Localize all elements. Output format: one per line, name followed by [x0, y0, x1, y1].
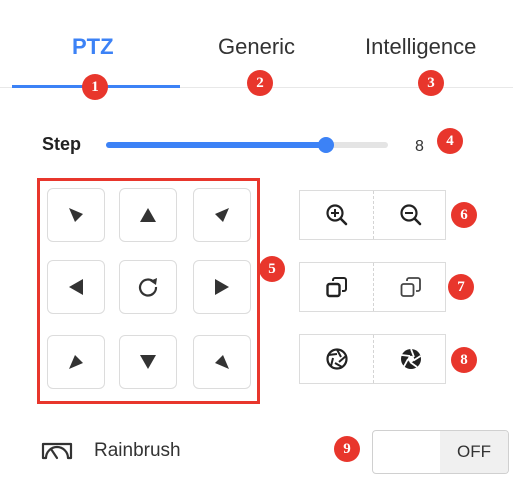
- zoom-in-icon: [325, 204, 347, 226]
- pan-up-button[interactable]: [119, 188, 177, 242]
- arrow-up-icon: [140, 208, 156, 222]
- step-slider[interactable]: [106, 137, 388, 153]
- zoom-in-button[interactable]: [300, 191, 373, 239]
- step-slider-thumb[interactable]: [317, 137, 334, 153]
- step-label: Step: [42, 134, 82, 154]
- zoom-out-button[interactable]: [374, 191, 447, 239]
- iris-close-button[interactable]: [374, 335, 447, 383]
- focus-control-group: [299, 262, 446, 312]
- arrow-down-icon: [140, 355, 156, 369]
- arrow-left-icon: [69, 279, 83, 295]
- pan-up-right-button[interactable]: [193, 188, 251, 242]
- callout-badge-6: 6: [451, 202, 477, 228]
- iris-open-button[interactable]: [300, 335, 373, 383]
- reset-button[interactable]: [119, 260, 177, 314]
- pan-down-right-button[interactable]: [193, 335, 251, 389]
- focus-near-button[interactable]: [300, 263, 373, 311]
- pan-down-button[interactable]: [119, 335, 177, 389]
- pan-right-button[interactable]: [193, 260, 251, 314]
- step-value: 8: [415, 138, 424, 155]
- pan-up-left-button[interactable]: [47, 188, 105, 242]
- direction-pad: [37, 178, 260, 404]
- arrow-up-right-icon: [215, 208, 229, 222]
- step-slider-fill: [106, 142, 326, 148]
- arrow-up-left-icon: [69, 208, 83, 222]
- tab-generic[interactable]: Generic: [218, 34, 295, 60]
- callout-badge-8: 8: [451, 347, 477, 373]
- arrow-down-left-icon: [69, 355, 83, 369]
- arrow-down-right-icon: [215, 355, 229, 369]
- callout-badge-7: 7: [448, 274, 474, 300]
- callout-badge-1: 1: [82, 74, 108, 100]
- iris-control-group: [299, 334, 446, 384]
- arrow-right-icon: [215, 279, 229, 295]
- focus-near-icon: [325, 277, 347, 298]
- focus-far-button[interactable]: [374, 263, 447, 311]
- callout-badge-4: 4: [437, 128, 463, 154]
- callout-badge-9: 9: [334, 436, 360, 462]
- rainbrush-label: Rainbrush: [94, 440, 181, 461]
- pan-down-left-button[interactable]: [47, 335, 105, 389]
- rotate-icon: [138, 278, 158, 297]
- callout-badge-2: 2: [247, 70, 273, 96]
- wiper-icon: [41, 442, 73, 460]
- iris-close-icon: [400, 348, 421, 369]
- zoom-control-group: [299, 190, 446, 240]
- toggle-off-label: OFF: [440, 431, 508, 473]
- callout-badge-5: 5: [259, 256, 285, 282]
- pan-left-button[interactable]: [47, 260, 105, 314]
- tab-intelligence[interactable]: Intelligence: [365, 34, 476, 60]
- callout-badge-3: 3: [418, 70, 444, 96]
- focus-far-icon: [400, 277, 421, 297]
- iris-open-icon: [325, 348, 348, 370]
- zoom-out-icon: [399, 204, 421, 226]
- tab-ptz[interactable]: PTZ: [72, 34, 114, 60]
- rainbrush-toggle[interactable]: OFF: [372, 430, 509, 474]
